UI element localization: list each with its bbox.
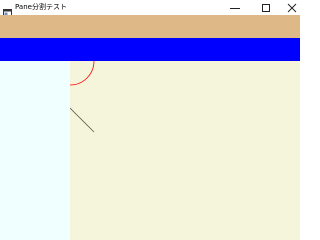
window-app-icon <box>3 3 12 18</box>
minimize-button[interactable] <box>222 0 248 15</box>
blue-pane <box>0 38 300 61</box>
top-pane <box>0 15 300 38</box>
maximize-icon <box>261 3 271 13</box>
window-title: Pane分割テスト <box>15 3 67 11</box>
drawing-canvas <box>70 61 95 133</box>
title-bar[interactable]: Pane分割テスト <box>0 0 300 18</box>
left-pane <box>0 61 70 240</box>
minimize-icon <box>230 3 240 13</box>
close-icon <box>287 3 297 13</box>
red-arc <box>70 61 95 86</box>
app-window: Pane分割テスト <box>0 0 300 240</box>
maximize-button[interactable] <box>253 0 279 15</box>
right-pane <box>70 61 300 240</box>
close-button[interactable] <box>279 0 300 15</box>
diagonal-line <box>70 107 95 133</box>
